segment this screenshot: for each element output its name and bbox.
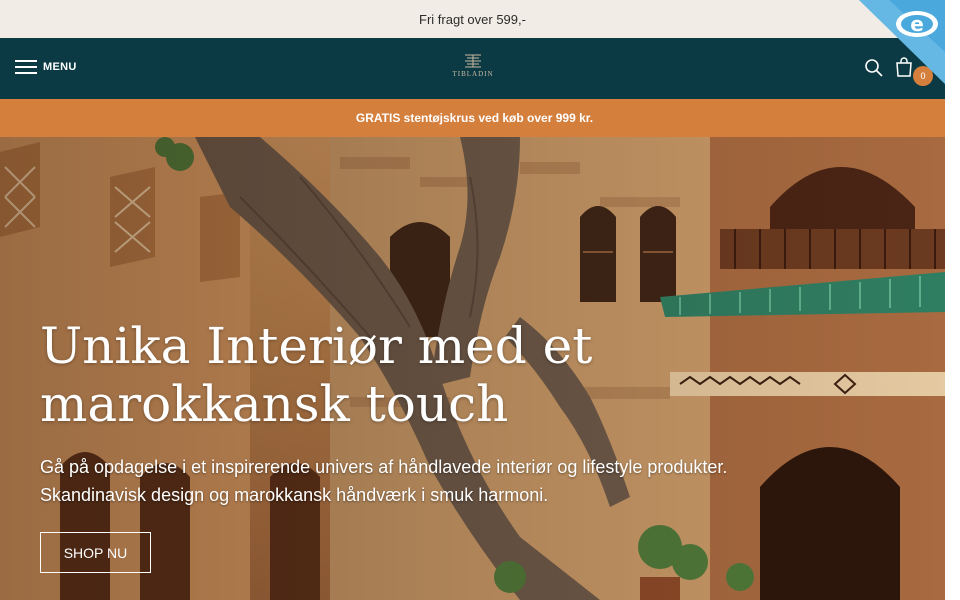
hero-title-line2: marokkansk touch (40, 375, 509, 433)
scrollbar-track[interactable] (945, 0, 960, 600)
site-logo[interactable]: TIBLADIN (452, 54, 494, 78)
announcement-bar: Fri fragt over 599,- (0, 0, 945, 38)
e-mark-badge-icon: e (859, 0, 945, 84)
accessibility-badge[interactable]: e (859, 0, 945, 84)
promo-bar: GRATIS stentøjskrus ved køb over 999 kr. (0, 99, 945, 137)
shop-now-button[interactable]: SHOP NU (40, 532, 151, 573)
logo-text: TIBLADIN (452, 70, 494, 78)
announcement-text: Fri fragt over 599,- (419, 11, 526, 27)
menu-label: MENU (43, 61, 77, 73)
svg-text:e: e (910, 12, 924, 36)
hero-subtitle-line2: Skandinavisk design og marokkansk håndvæ… (40, 485, 549, 505)
hero-title: Unika Interiør med et marokkansk touch (40, 317, 660, 433)
logo-mark-icon (465, 54, 481, 68)
promo-text: GRATIS stentøjskrus ved køb over 999 kr. (355, 111, 594, 125)
menu-button[interactable]: MENU (15, 60, 77, 74)
hero-subtitle: Gå på opdagelse i et inspirerende univer… (40, 453, 820, 509)
hero-title-line1: Unika Interiør med et (40, 317, 593, 375)
hero-banner: Unika Interiør med et marokkansk touch G… (0, 137, 945, 600)
site-header: MENU TIBLADIN (0, 38, 945, 99)
hamburger-icon (15, 60, 37, 74)
hero-subtitle-line1: Gå på opdagelse i et inspirerende univer… (40, 457, 728, 477)
